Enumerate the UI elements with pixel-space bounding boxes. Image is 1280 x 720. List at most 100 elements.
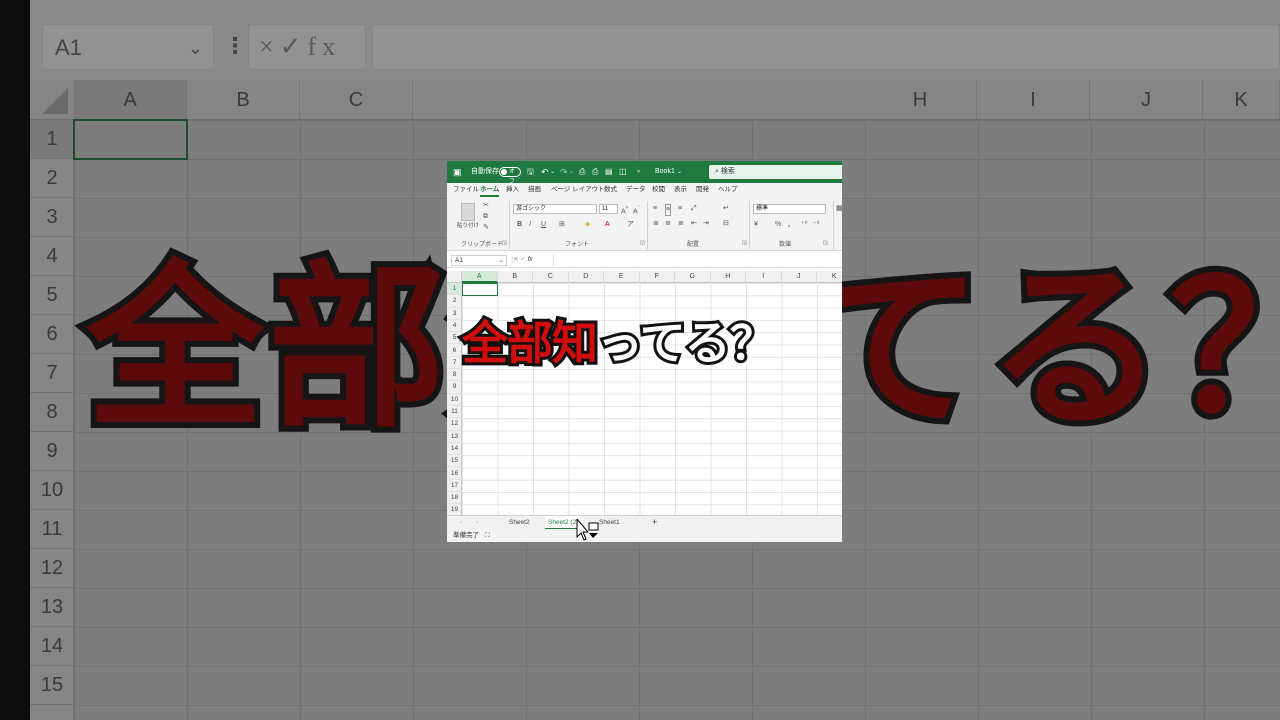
row-header-19[interactable]: 19 (447, 504, 462, 515)
row-header-2[interactable]: 2 (447, 295, 462, 308)
save-icon[interactable]: 🖫 (527, 161, 534, 183)
copy-icon[interactable]: ⧉ (483, 212, 488, 222)
column-header-d[interactable]: D (569, 271, 604, 283)
sheet-tab-sheet2[interactable]: Sheet2 (506, 516, 533, 530)
row-header-9[interactable]: 9 (447, 381, 462, 394)
add-sheet-button[interactable]: + (649, 516, 660, 530)
italic-button[interactable]: I (529, 220, 531, 230)
accessibility-icon[interactable]: ⛶ (485, 529, 490, 542)
column-header-g[interactable]: G (675, 271, 711, 283)
column-header-e[interactable]: E (604, 271, 640, 283)
underline-button[interactable]: U (541, 220, 546, 230)
align-top-icon[interactable]: ≡ (653, 204, 657, 214)
column-header-b[interactable]: B (498, 271, 533, 283)
row-header-8[interactable]: 8 (447, 369, 462, 382)
column-header-h[interactable]: H (711, 271, 746, 283)
cut-icon[interactable]: ✂ (483, 201, 489, 211)
camera-icon[interactable]: ◫ (619, 161, 627, 183)
paste-button[interactable]: 貼り付け (457, 221, 479, 231)
customize-toolbar-icon[interactable]: ▿ (637, 161, 640, 183)
row-header-14[interactable]: 14 (447, 443, 462, 456)
column-header-k[interactable]: K (817, 271, 842, 283)
row-header-13[interactable]: 13 (447, 431, 462, 443)
tab-home[interactable]: ホーム (480, 183, 500, 197)
font-color-icon[interactable]: A (605, 220, 610, 230)
column-header-f[interactable]: F (640, 271, 675, 283)
insert-function-button[interactable]: fx (528, 256, 533, 263)
row-header-11[interactable]: 11 (447, 406, 462, 419)
row-header-17[interactable]: 17 (447, 480, 462, 493)
undo-icon[interactable]: ↶ (541, 161, 549, 183)
row-header-12[interactable]: 12 (447, 418, 462, 431)
print-icon[interactable]: ⎙ (592, 161, 598, 183)
increase-font-icon[interactable]: A^ (621, 204, 628, 217)
increase-decimal-icon[interactable]: ⁺⁰ (801, 220, 808, 230)
align-right-icon[interactable]: ≣ (678, 219, 684, 229)
redo-dropdown-icon[interactable]: ⌄ (569, 161, 574, 183)
align-left-icon[interactable]: ≣ (653, 219, 659, 229)
borders-icon[interactable]: ⊞ (559, 220, 565, 230)
bold-button[interactable]: B (517, 220, 522, 230)
active-cell-a1[interactable] (462, 283, 498, 296)
align-center-icon[interactable]: ≣ (665, 219, 671, 229)
currency-icon[interactable]: ¥ (754, 220, 758, 230)
tab-file[interactable]: ファイル (453, 183, 479, 197)
name-box[interactable]: A1 ⌄ (451, 255, 507, 266)
tab-page-layout[interactable]: ページ レイアウト (551, 183, 605, 197)
align-bottom-icon[interactable]: ≡ (678, 204, 682, 214)
alignment-launcher-icon[interactable]: ◲ (742, 238, 747, 248)
font-launcher-icon[interactable]: ◲ (640, 238, 645, 248)
column-header-c[interactable]: C (533, 271, 569, 283)
column-header-a[interactable]: A (462, 271, 498, 283)
title-dropdown-icon[interactable]: ⌄ (677, 161, 682, 183)
column-header-j[interactable]: J (782, 271, 817, 283)
conditional-format-icon[interactable]: ▦ (836, 204, 842, 214)
phonetic-icon[interactable]: ア (627, 220, 634, 230)
clipboard-launcher-icon[interactable]: ◲ (502, 238, 507, 248)
autosave-toggle[interactable]: オフ (499, 167, 521, 185)
merge-center-icon[interactable]: ⊟ (723, 219, 729, 229)
format-painter-icon[interactable]: ✎ (483, 223, 489, 233)
prev-sheet-icon[interactable]: ‹ (457, 516, 465, 530)
orientation-icon[interactable]: ⤢ (691, 204, 697, 214)
decrease-indent-icon[interactable]: ⇤ (691, 219, 697, 229)
form-icon[interactable]: ▤ (605, 161, 613, 183)
row-header-4[interactable]: 4 (447, 320, 462, 333)
enter-icon[interactable]: ✓ (520, 256, 525, 263)
print-preview-icon[interactable]: ⎙ (579, 161, 585, 183)
cancel-icon[interactable]: ✕ (513, 256, 518, 263)
row-header-1[interactable]: 1 (447, 283, 462, 296)
tab-data[interactable]: データ (626, 183, 646, 197)
number-format-select[interactable]: 標準 (753, 204, 826, 214)
row-header-10[interactable]: 10 (447, 394, 462, 406)
decrease-decimal-icon[interactable]: ⁻⁰ (813, 220, 820, 230)
row-header-18[interactable]: 18 (447, 492, 462, 505)
tab-draw[interactable]: 描画 (528, 183, 541, 197)
tab-review[interactable]: 校閲 (652, 183, 665, 197)
row-header-5[interactable]: 5 (447, 332, 462, 345)
fill-color-icon[interactable]: ◈ (585, 220, 590, 230)
tab-developer[interactable]: 開発 (696, 183, 709, 197)
paste-icon[interactable] (461, 203, 475, 221)
next-sheet-icon[interactable]: › (473, 516, 481, 530)
row-header-7[interactable]: 7 (447, 357, 462, 370)
tab-insert[interactable]: 挿入 (506, 183, 519, 197)
wrap-text-icon[interactable]: ↵ (723, 204, 729, 214)
font-name-select[interactable]: 游ゴシック (513, 204, 597, 214)
row-header-15[interactable]: 15 (447, 455, 462, 468)
align-middle-icon[interactable]: ≡ (665, 204, 672, 216)
tab-help[interactable]: ヘルプ (718, 183, 738, 197)
increase-indent-icon[interactable]: ⇥ (703, 219, 709, 229)
undo-dropdown-icon[interactable]: ⌄ (550, 161, 555, 183)
decrease-font-icon[interactable]: Aˇ (633, 204, 640, 217)
number-launcher-icon[interactable]: ◲ (823, 238, 828, 248)
search-box[interactable]: ⌕ 検索 (709, 165, 842, 179)
percent-icon[interactable]: % (775, 220, 781, 230)
font-size-select[interactable]: 11 (599, 204, 618, 214)
tab-view[interactable]: 表示 (674, 183, 687, 197)
comma-icon[interactable]: , (788, 220, 790, 230)
redo-icon[interactable]: ↷ (560, 161, 568, 183)
row-header-3[interactable]: 3 (447, 308, 462, 320)
column-header-i[interactable]: I (746, 271, 782, 283)
row-header-16[interactable]: 16 (447, 468, 462, 480)
